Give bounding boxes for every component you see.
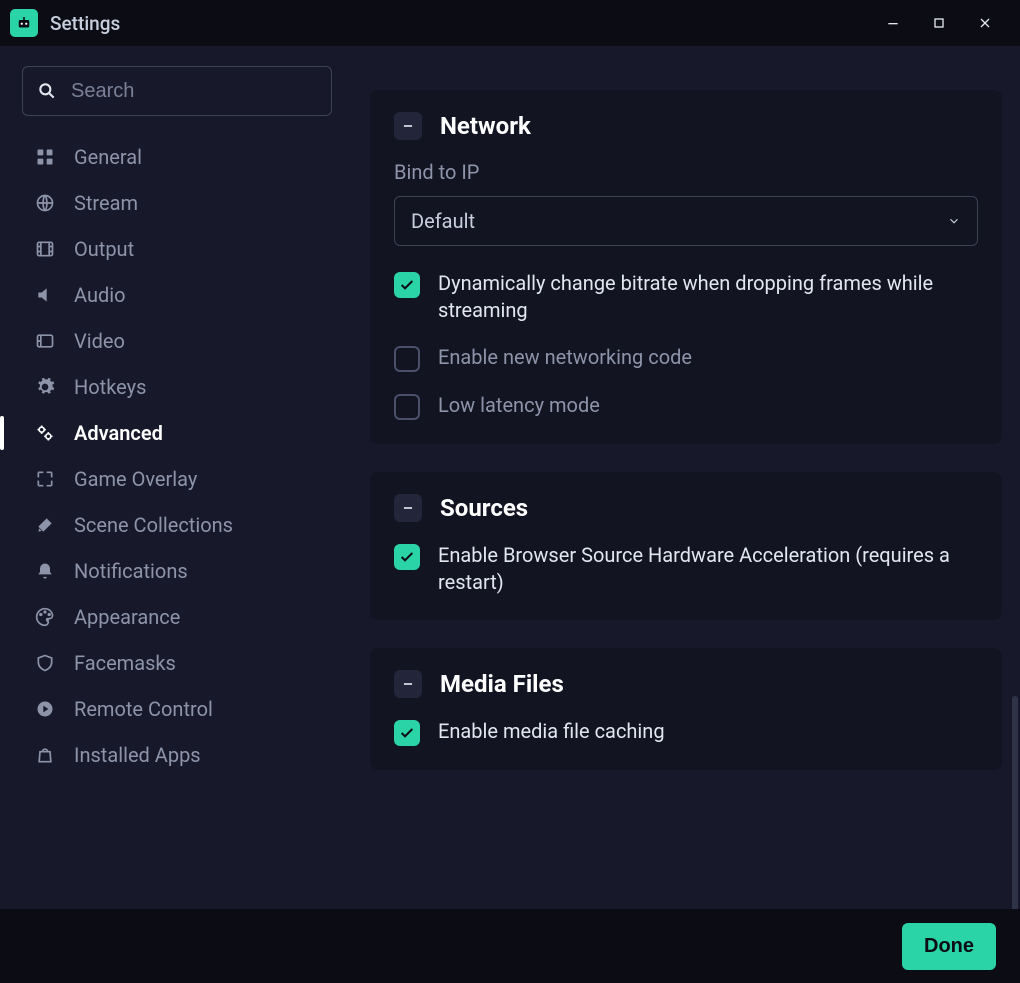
checkbox-row-hw-accel: Enable Browser Source Hardware Accelerat… bbox=[394, 542, 978, 596]
maximize-icon bbox=[931, 15, 947, 31]
sidebar-item-label: Notifications bbox=[74, 559, 188, 583]
minus-icon bbox=[401, 119, 415, 133]
video-icon bbox=[34, 330, 56, 352]
app-logo bbox=[10, 9, 38, 37]
content-panel[interactable]: Network Bind to IP Default Dynamically c… bbox=[352, 46, 1020, 909]
minus-icon bbox=[401, 677, 415, 691]
label-new-networking: Enable new networking code bbox=[438, 344, 702, 371]
sidebar-item-output[interactable]: Output bbox=[22, 226, 332, 272]
sidebar-item-audio[interactable]: Audio bbox=[22, 272, 332, 318]
sidebar-item-label: Facemasks bbox=[74, 651, 176, 675]
collapse-media-button[interactable] bbox=[394, 670, 422, 698]
label-dynamic-bitrate: Dynamically change bitrate when dropping… bbox=[438, 270, 978, 324]
film-icon bbox=[34, 238, 56, 260]
bind-to-ip-label: Bind to IP bbox=[394, 160, 978, 184]
sidebar-nav: General Stream Output Audio Video Hotkeys Adva… bbox=[22, 134, 332, 778]
play-icon bbox=[34, 698, 56, 720]
search-input[interactable] bbox=[71, 80, 336, 103]
grid-icon bbox=[34, 146, 56, 168]
sidebar-item-general[interactable]: General bbox=[22, 134, 332, 180]
section-title-media: Media Files bbox=[440, 670, 564, 698]
sidebar-item-label: Stream bbox=[74, 191, 138, 215]
sidebar-item-label: Appearance bbox=[74, 605, 180, 629]
sidebar-item-label: Scene Collections bbox=[74, 513, 233, 537]
check-icon bbox=[399, 549, 415, 565]
sidebar-item-advanced[interactable]: Advanced bbox=[22, 410, 332, 456]
checkbox-dynamic-bitrate[interactable] bbox=[394, 272, 420, 298]
sidebar-item-appearance[interactable]: Appearance bbox=[22, 594, 332, 640]
sidebar-item-facemasks[interactable]: Facemasks bbox=[22, 640, 332, 686]
titlebar: Settings bbox=[0, 0, 1020, 46]
gears-icon bbox=[34, 422, 56, 444]
section-network: Network Bind to IP Default Dynamically c… bbox=[370, 90, 1002, 444]
sidebar-item-label: Audio bbox=[74, 283, 126, 307]
search-field[interactable] bbox=[22, 66, 332, 116]
check-icon bbox=[399, 277, 415, 293]
label-hw-accel: Enable Browser Source Hardware Accelerat… bbox=[438, 542, 978, 596]
sidebar-item-remote-control[interactable]: Remote Control bbox=[22, 686, 332, 732]
expand-icon bbox=[34, 468, 56, 490]
gear-icon bbox=[34, 376, 56, 398]
minus-icon bbox=[401, 501, 415, 515]
sidebar-item-stream[interactable]: Stream bbox=[22, 180, 332, 226]
volume-icon bbox=[34, 284, 56, 306]
sidebar-item-video[interactable]: Video bbox=[22, 318, 332, 364]
close-icon bbox=[977, 15, 993, 31]
bag-icon bbox=[34, 744, 56, 766]
checkbox-row-low-latency: Low latency mode bbox=[394, 392, 978, 420]
bell-icon bbox=[34, 560, 56, 582]
bind-to-ip-value: Default bbox=[411, 209, 475, 233]
bind-to-ip-select[interactable]: Default bbox=[394, 196, 978, 246]
sidebar-item-label: Advanced bbox=[74, 421, 163, 445]
shield-icon bbox=[34, 652, 56, 674]
sidebar-item-scene-collections[interactable]: Scene Collections bbox=[22, 502, 332, 548]
section-media-files: Media Files Enable media file caching bbox=[370, 648, 1002, 770]
checkbox-low-latency[interactable] bbox=[394, 394, 420, 420]
checkbox-media-caching[interactable] bbox=[394, 720, 420, 746]
main-area: General Stream Output Audio Video Hotkeys Adva… bbox=[0, 46, 1020, 909]
sidebar-item-hotkeys[interactable]: Hotkeys bbox=[22, 364, 332, 410]
checkbox-row-dynamic-bitrate: Dynamically change bitrate when dropping… bbox=[394, 270, 978, 324]
chevron-down-icon bbox=[947, 214, 961, 228]
sidebar-item-installed-apps[interactable]: Installed Apps bbox=[22, 732, 332, 778]
checkbox-row-media-caching: Enable media file caching bbox=[394, 718, 978, 746]
robot-icon bbox=[15, 14, 33, 32]
checkbox-hw-accel[interactable] bbox=[394, 544, 420, 570]
collapse-network-button[interactable] bbox=[394, 112, 422, 140]
sidebar-item-label: Remote Control bbox=[74, 697, 213, 721]
scrollbar-thumb[interactable] bbox=[1012, 696, 1018, 909]
search-icon bbox=[37, 81, 57, 101]
window-maximize-button[interactable] bbox=[916, 0, 962, 46]
sidebar-item-label: Hotkeys bbox=[74, 375, 146, 399]
sidebar-item-label: Game Overlay bbox=[74, 467, 197, 491]
footer: Done bbox=[0, 909, 1020, 983]
sidebar-item-game-overlay[interactable]: Game Overlay bbox=[22, 456, 332, 502]
sidebar-item-notifications[interactable]: Notifications bbox=[22, 548, 332, 594]
checkbox-row-new-networking: Enable new networking code bbox=[394, 344, 978, 372]
collapse-sources-button[interactable] bbox=[394, 494, 422, 522]
section-title-network: Network bbox=[440, 112, 531, 140]
minimize-icon bbox=[885, 15, 901, 31]
sidebar-item-label: Video bbox=[74, 329, 125, 353]
label-low-latency: Low latency mode bbox=[438, 392, 610, 419]
sidebar-item-label: Output bbox=[74, 237, 134, 261]
section-sources: Sources Enable Browser Source Hardware A… bbox=[370, 472, 1002, 620]
window-close-button[interactable] bbox=[962, 0, 1008, 46]
sidebar-item-label: General bbox=[74, 145, 142, 169]
done-button[interactable]: Done bbox=[902, 923, 996, 970]
sidebar-item-label: Installed Apps bbox=[74, 743, 201, 767]
checkbox-new-networking[interactable] bbox=[394, 346, 420, 372]
label-media-caching: Enable media file caching bbox=[438, 718, 675, 745]
sidebar: General Stream Output Audio Video Hotkeys Adva… bbox=[0, 46, 352, 909]
tools-icon bbox=[34, 514, 56, 536]
window-title: Settings bbox=[50, 12, 120, 35]
section-title-sources: Sources bbox=[440, 494, 528, 522]
globe-icon bbox=[34, 192, 56, 214]
check-icon bbox=[399, 725, 415, 741]
window-minimize-button[interactable] bbox=[870, 0, 916, 46]
palette-icon bbox=[34, 606, 56, 628]
